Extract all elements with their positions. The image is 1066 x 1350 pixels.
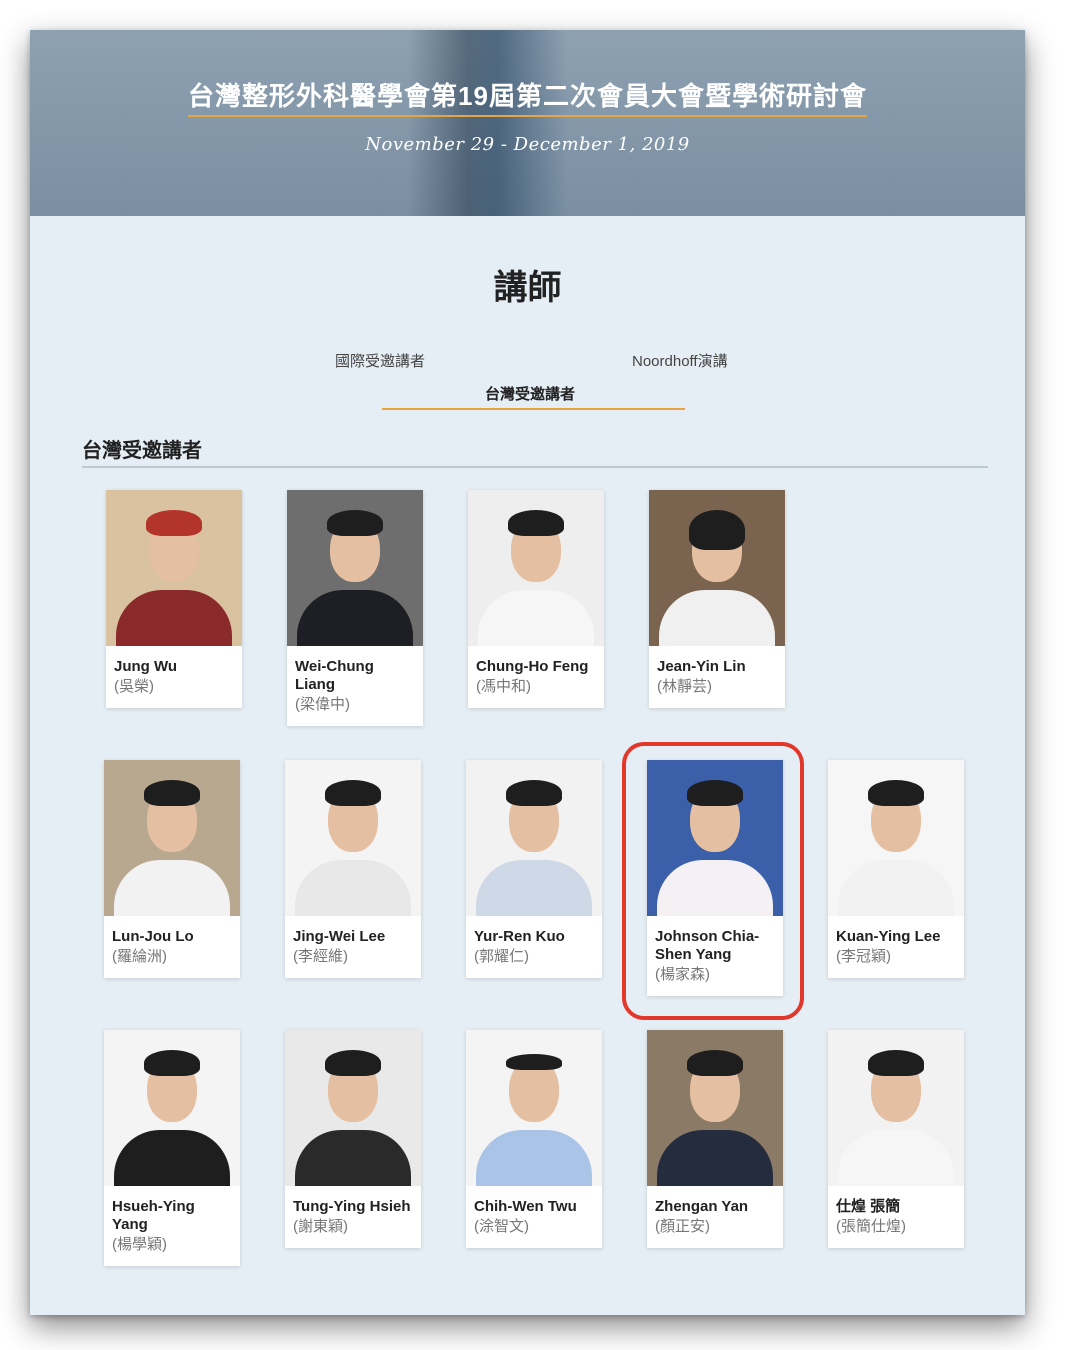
- speaker-name: 仕煌 張簡: [836, 1198, 901, 1215]
- speaker-name: Tung-Ying Hsieh: [293, 1198, 411, 1215]
- speaker-card[interactable]: 仕煌 張簡 (張簡仕煌): [828, 1030, 964, 1248]
- speaker-card[interactable]: Chung-Ho Feng (馮中和): [468, 490, 604, 708]
- speaker-chinese-name: (吳榮): [114, 678, 154, 695]
- hair: [144, 780, 200, 806]
- speaker-name: Wei-Chung Liang: [295, 658, 374, 693]
- speaker-name: Chih-Wen Twu: [474, 1198, 577, 1215]
- active-tab-indicator: [382, 408, 685, 410]
- speaker-card[interactable]: Chih-Wen Twu (涂智文): [466, 1030, 602, 1248]
- speaker-name: Yur-Ren Kuo: [474, 928, 565, 945]
- speaker-card[interactable]: Lun-Jou Lo (羅綸洲): [104, 760, 240, 978]
- hair: [506, 780, 562, 806]
- speaker-photo: [647, 1030, 783, 1186]
- speaker-name: Jing-Wei Lee: [293, 928, 386, 945]
- speaker-name: Hsueh-Ying Yang: [112, 1198, 195, 1233]
- speaker-photo: [287, 490, 423, 646]
- shirt: [657, 1130, 773, 1186]
- hair: [327, 510, 383, 536]
- shirt: [114, 860, 230, 916]
- shirt: [838, 1130, 954, 1186]
- speaker-chinese-name: (李經維): [293, 948, 348, 965]
- shirt: [478, 590, 594, 646]
- speaker-photo: [828, 760, 964, 916]
- hair: [868, 780, 924, 806]
- speaker-chinese-name: (李冠穎): [836, 948, 891, 965]
- shirt: [476, 860, 592, 916]
- speaker-chinese-name: (涂智文): [474, 1218, 529, 1235]
- speaker-name: Zhengan Yan: [655, 1198, 749, 1215]
- shirt: [297, 590, 413, 646]
- speaker-photo: [649, 490, 785, 646]
- speaker-photo: [104, 760, 240, 916]
- hair: [506, 1054, 562, 1070]
- speaker-chinese-name: (林靜芸): [657, 678, 712, 695]
- speaker-name: Lun-Jou Lo: [112, 928, 194, 945]
- hair: [508, 510, 564, 536]
- speaker-photo: [468, 490, 604, 646]
- speaker-photo: [466, 1030, 602, 1186]
- hair: [687, 1050, 743, 1076]
- speaker-card[interactable]: Jean-Yin Lin (林靜芸): [649, 490, 785, 708]
- speaker-chinese-name: (謝東穎): [293, 1218, 348, 1235]
- speaker-card[interactable]: Wei-Chung Liang (梁偉中): [287, 490, 423, 726]
- speaker-card[interactable]: Hsueh-Ying Yang (楊學穎): [104, 1030, 240, 1266]
- event-title-text[interactable]: 台灣整形外科醫學會第19屆第二次會員大會暨學術研討會: [188, 76, 867, 117]
- speaker-photo: [466, 760, 602, 916]
- shirt: [114, 1130, 230, 1186]
- speaker-photo: [104, 1030, 240, 1186]
- speaker-chinese-name: (顏正安): [655, 1218, 710, 1235]
- speaker-chinese-name: (馮中和): [476, 678, 531, 695]
- shirt: [838, 860, 954, 916]
- section-heading: 台灣受邀講者: [82, 440, 202, 462]
- tab-taiwan-speakers[interactable]: 台灣受邀講者: [485, 383, 575, 404]
- speaker-photo: [828, 1030, 964, 1186]
- speaker-name: Jung Wu: [114, 658, 178, 675]
- highlight-annotation: [622, 742, 804, 1020]
- hair: [325, 780, 381, 806]
- hair: [144, 1050, 200, 1076]
- speaker-card[interactable]: Jung Wu (吳榮): [106, 490, 242, 708]
- shirt: [659, 590, 775, 646]
- event-title: 台灣整形外科醫學會第19屆第二次會員大會暨學術研討會: [30, 76, 1025, 117]
- speaker-name: Chung-Ho Feng: [476, 658, 589, 675]
- tab-noordhoff-lecture[interactable]: Noordhoff演講: [632, 350, 728, 371]
- speaker-photo: [106, 490, 242, 646]
- shirt: [295, 1130, 411, 1186]
- speaker-card[interactable]: Zhengan Yan (顏正安): [647, 1030, 783, 1248]
- event-date: November 29 - December 1, 2019: [365, 134, 690, 155]
- speaker-photo: [285, 760, 421, 916]
- shirt: [476, 1130, 592, 1186]
- page-title: 講師: [493, 269, 562, 307]
- speaker-chinese-name: (羅綸洲): [112, 948, 167, 965]
- tab-international-speakers[interactable]: 國際受邀講者: [335, 350, 425, 371]
- hair: [146, 510, 202, 536]
- header-banner: 台灣整形外科醫學會第19屆第二次會員大會暨學術研討會 November 29 -…: [30, 30, 1025, 216]
- speaker-chinese-name: (張簡仕煌): [836, 1218, 906, 1235]
- speaker-name: Kuan-Ying Lee: [836, 928, 941, 945]
- browser-window: 台灣整形外科醫學會第19屆第二次會員大會暨學術研討會 November 29 -…: [30, 30, 1025, 1315]
- speaker-name: Jean-Yin Lin: [657, 658, 746, 675]
- hair: [325, 1050, 381, 1076]
- speaker-photo: [285, 1030, 421, 1186]
- shirt: [295, 860, 411, 916]
- speaker-chinese-name: (郭耀仁): [474, 948, 529, 965]
- hair: [868, 1050, 924, 1076]
- speaker-chinese-name: (楊學穎): [112, 1236, 167, 1253]
- speaker-chinese-name: (梁偉中): [295, 696, 350, 713]
- speaker-card[interactable]: Kuan-Ying Lee (李冠穎): [828, 760, 964, 978]
- hair: [689, 510, 745, 550]
- speaker-card[interactable]: Jing-Wei Lee (李經維): [285, 760, 421, 978]
- section-divider: [82, 466, 988, 468]
- speaker-card[interactable]: Tung-Ying Hsieh (謝東穎): [285, 1030, 421, 1248]
- shirt: [116, 590, 232, 646]
- speaker-card[interactable]: Yur-Ren Kuo (郭耀仁): [466, 760, 602, 978]
